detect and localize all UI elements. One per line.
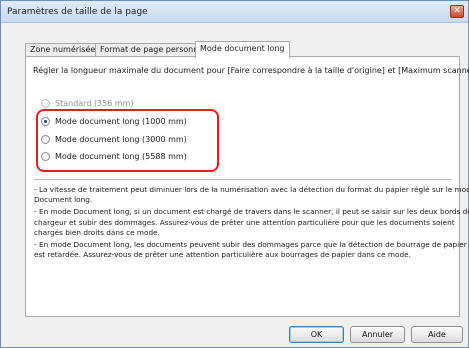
note-line: Document long. [34, 195, 93, 205]
page-size-settings-dialog: Paramètres de taille de la page ✕ Zone n… [0, 0, 469, 348]
help-button[interactable]: Aide [411, 326, 463, 343]
notes-block: - La vitesse de traitement peut diminuer… [34, 185, 469, 260]
window-title: Paramètres de taille de la page [7, 7, 148, 17]
note-line: - En mode Document long, si un document … [34, 207, 469, 217]
title-bar[interactable]: Paramètres de taille de la page ✕ [1, 1, 468, 23]
note-line: - La vitesse de traitement peut diminuer… [34, 185, 469, 194]
note-line: chargeur et subir des dommages. Assurez-… [34, 217, 455, 227]
separator [34, 179, 452, 180]
tab-long-document-mode[interactable]: Mode document long [195, 41, 290, 58]
cancel-button[interactable]: Annuler [350, 326, 405, 343]
red-highlight-box [36, 109, 219, 172]
ok-button[interactable]: OK [289, 326, 344, 343]
tab-scan-area[interactable]: Zone numérisée [25, 43, 101, 57]
note-line: chargés bien droits dans ce mode. [34, 227, 160, 237]
option-label: Standard (356 mm) [55, 98, 134, 108]
close-icon[interactable]: ✕ [450, 5, 464, 18]
long-document-panel: Régler la longueur maximale du document … [25, 56, 469, 317]
panel-description: Régler la longueur maximale du document … [33, 66, 469, 75]
radio-icon[interactable] [41, 98, 50, 108]
note-line: est retardée. Assurez-vous de prêter une… [34, 250, 411, 260]
note-line: - En mode Document long, les documents p… [34, 240, 467, 250]
option-standard[interactable]: Standard (356 mm) [41, 97, 134, 109]
